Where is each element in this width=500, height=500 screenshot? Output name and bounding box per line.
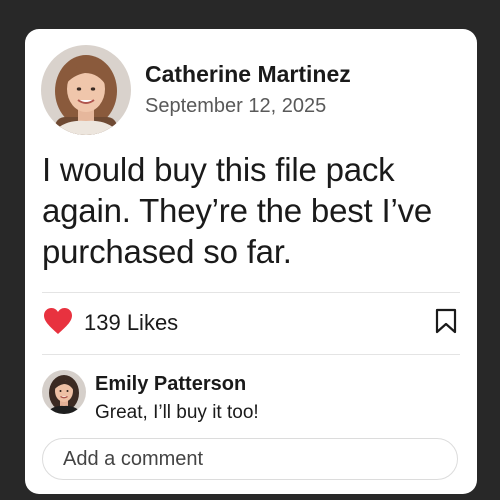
divider — [42, 292, 460, 293]
post-header: Catherine Martinez September 12, 2025 — [41, 45, 351, 135]
like-button[interactable]: 139 Likes — [43, 307, 178, 340]
bookmark-icon — [435, 308, 457, 339]
author-avatar[interactable] — [41, 45, 131, 135]
post-date: September 12, 2025 — [145, 95, 327, 117]
divider — [42, 354, 460, 355]
commenter-avatar[interactable] — [42, 370, 86, 414]
author-name[interactable]: Catherine Martinez — [145, 60, 351, 88]
commenter-name[interactable]: Emily Patterson — [95, 372, 259, 396]
post-actions: 139 Likes — [43, 307, 457, 339]
likes-count: 139 Likes — [84, 310, 179, 335]
comment-item: Emily Patterson Great, I’ll buy it too! — [42, 370, 259, 425]
author-info: Catherine Martinez September 12, 2025 — [145, 60, 351, 120]
post-text: I would buy this file pack again. They’r… — [42, 151, 433, 270]
post-card: Catherine Martinez September 12, 2025 I … — [25, 29, 477, 494]
comment-text: Great, I’ll buy it too! — [95, 402, 259, 423]
heart-icon — [43, 307, 73, 340]
comment-input[interactable] — [42, 438, 458, 480]
bookmark-button[interactable] — [435, 308, 457, 339]
comment-body: Emily Patterson Great, I’ll buy it too! — [95, 370, 259, 425]
